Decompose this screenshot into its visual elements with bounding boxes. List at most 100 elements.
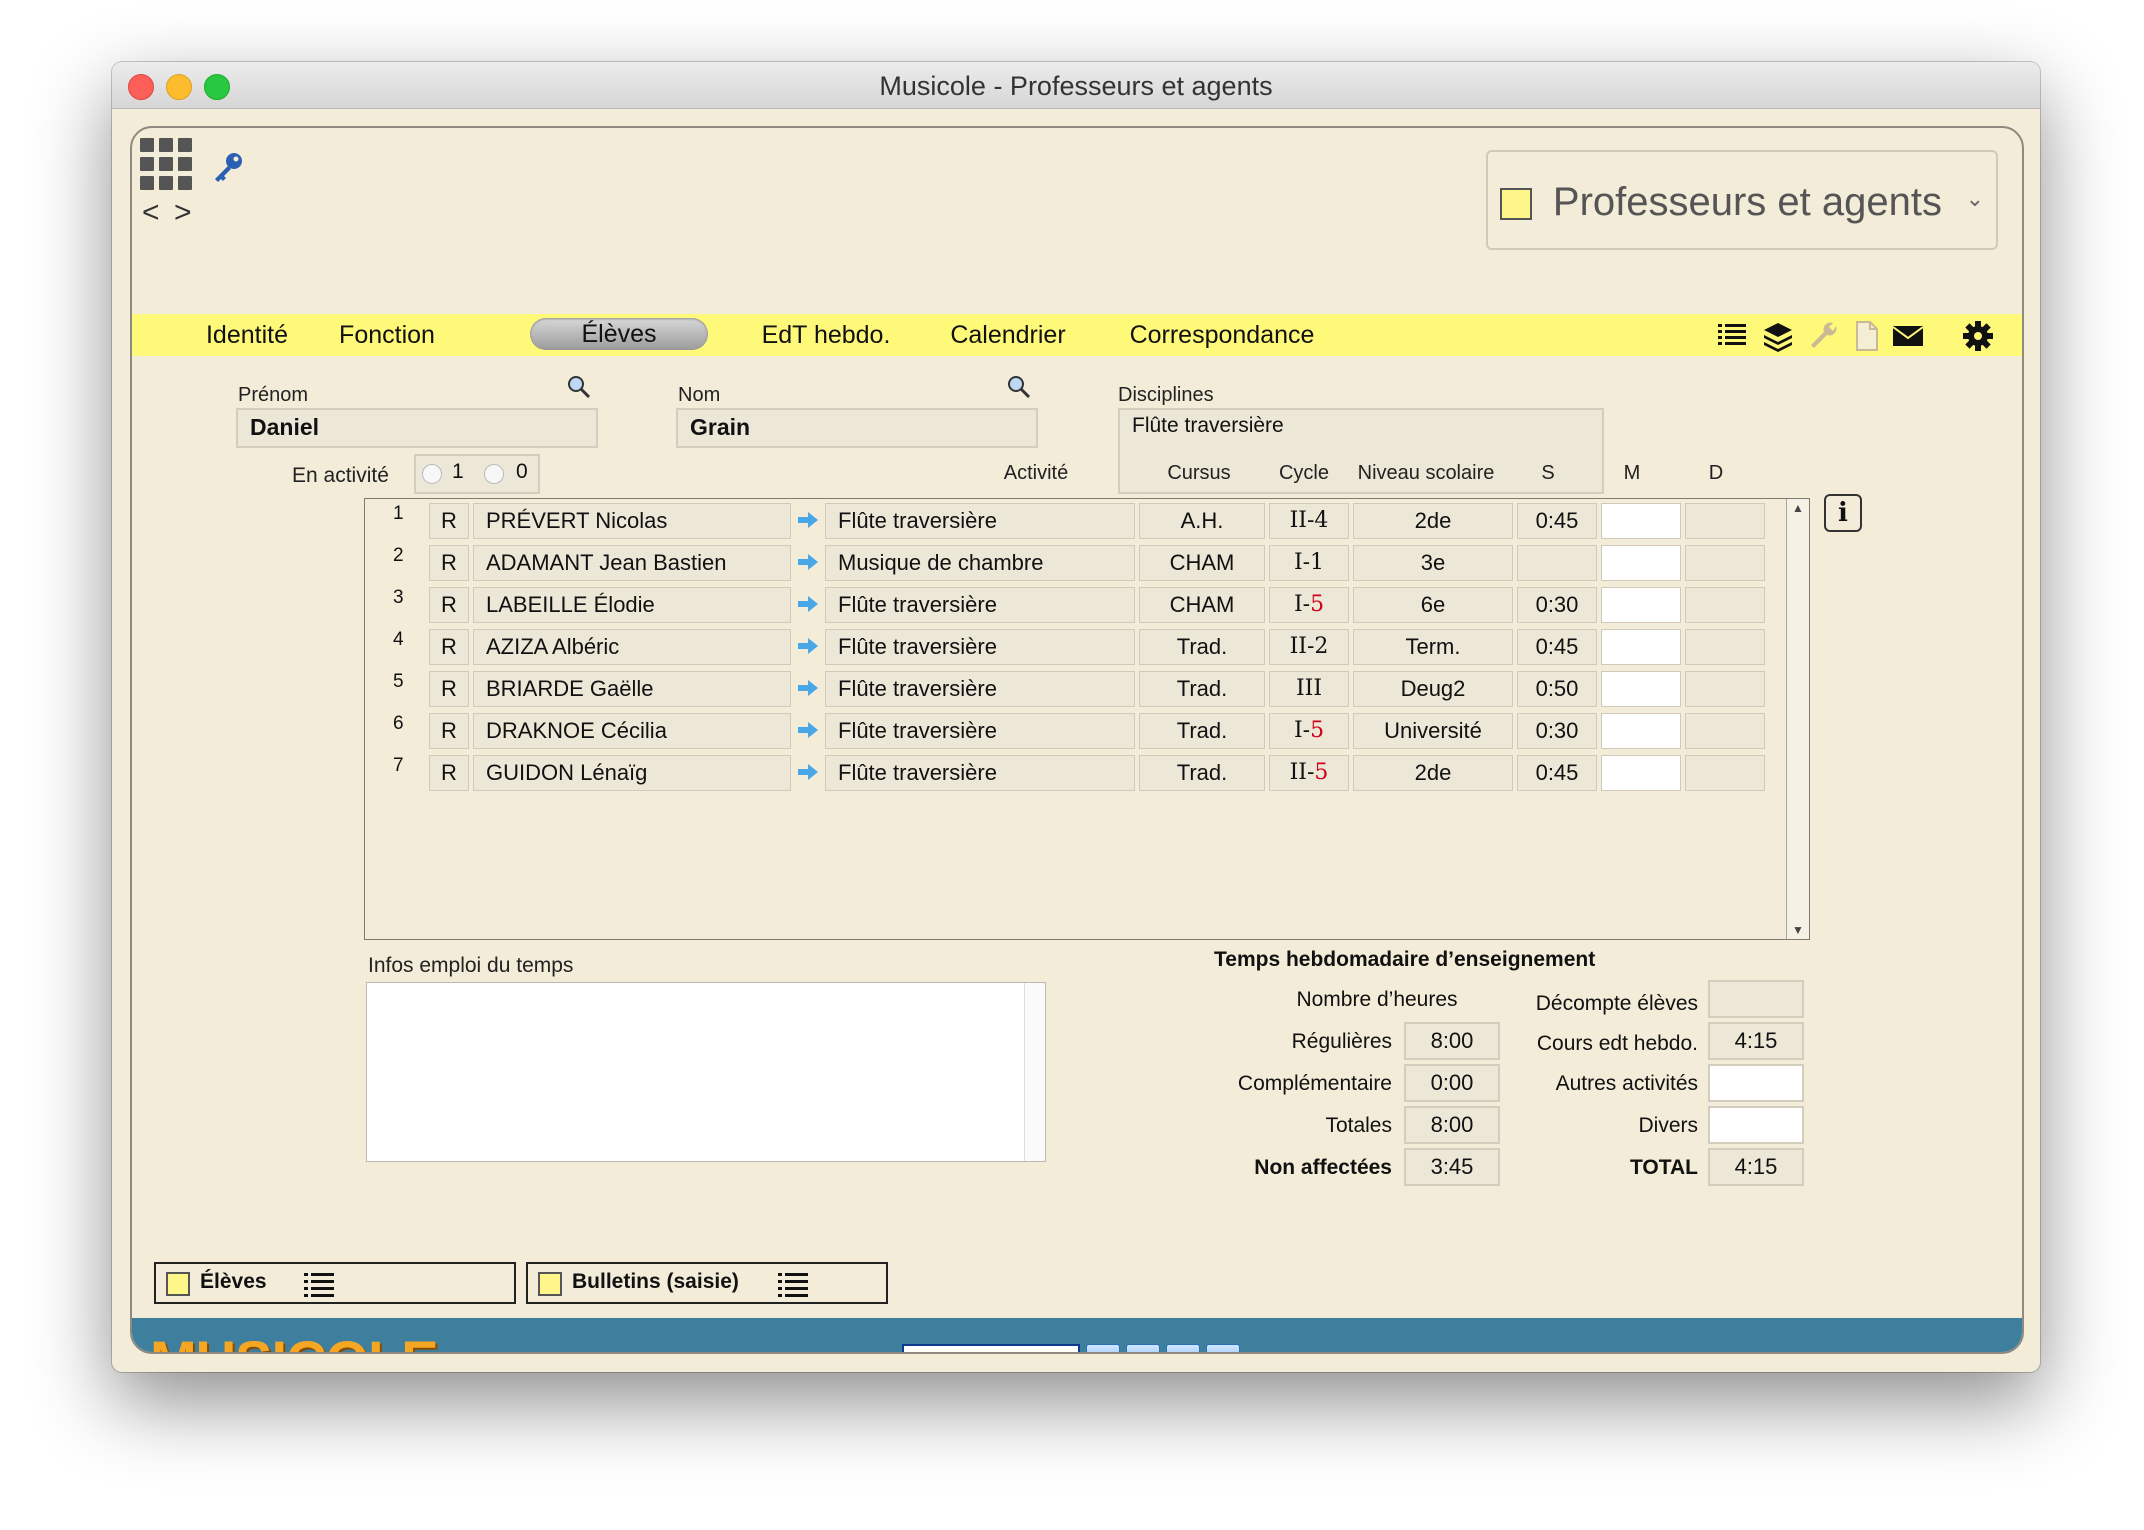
bulletins-button[interactable]: Bulletins (saisie) — [526, 1262, 888, 1304]
d-cell[interactable] — [1685, 629, 1765, 665]
table-row[interactable]: 4 R AZIZA Albéric Flûte traversière Trad. II-… — [365, 627, 1785, 667]
level-cell[interactable]: 3e — [1353, 545, 1513, 581]
previous-nav-button[interactable]: < — [142, 198, 160, 228]
table-row[interactable]: 3 R LABEILLE Élodie Flûte traversière CHAM I-… — [365, 585, 1785, 625]
cursus-cell[interactable]: Trad. — [1139, 755, 1265, 791]
cursus-cell[interactable]: A.H. — [1139, 503, 1265, 539]
m-cell[interactable] — [1601, 755, 1681, 791]
next-record-button[interactable] — [1166, 1344, 1200, 1352]
level-cell[interactable]: Term. — [1353, 629, 1513, 665]
m-cell[interactable] — [1601, 503, 1681, 539]
module-selector[interactable]: Professeurs et agents ⌄ — [1486, 150, 1998, 250]
active-radio-1[interactable] — [422, 464, 442, 484]
cursus-cell[interactable]: Trad. — [1139, 671, 1265, 707]
level-cell[interactable]: Deug2 — [1353, 671, 1513, 707]
activity-cell[interactable]: Flûte traversière — [825, 629, 1135, 665]
cycle-cell[interactable]: II-5 — [1269, 755, 1349, 791]
cursus-cell[interactable]: CHAM — [1139, 545, 1265, 581]
nom-field[interactable]: Grain — [676, 408, 1038, 448]
d-cell[interactable] — [1685, 503, 1765, 539]
level-cell[interactable]: 2de — [1353, 755, 1513, 791]
cycle-cell[interactable]: I-5 — [1269, 713, 1349, 749]
cycle-cell[interactable]: III — [1269, 671, 1349, 707]
activity-cell[interactable]: Musique de chambre — [825, 545, 1135, 581]
search-icon[interactable] — [566, 374, 592, 400]
arrow-right-icon[interactable] — [797, 721, 819, 739]
student-name-cell[interactable]: DRAKNOE Cécilia — [473, 713, 791, 749]
activity-cell[interactable]: Flûte traversière — [825, 671, 1135, 707]
s-cell[interactable]: 0:45 — [1517, 503, 1597, 539]
table-row[interactable]: 6 R DRAKNOE Cécilia Flûte traversière Trad. I… — [365, 711, 1785, 751]
level-cell[interactable]: 2de — [1353, 503, 1513, 539]
table-row[interactable]: 1 R PRÉVERT Nicolas Flûte traversière A.H. II… — [365, 501, 1785, 541]
students-scrollbar[interactable]: ▲ ▼ — [1786, 499, 1809, 939]
last-record-button[interactable] — [1206, 1344, 1240, 1352]
document-icon[interactable] — [1850, 320, 1882, 352]
tab-fonction[interactable]: Fonction — [302, 314, 472, 356]
eleves-button[interactable]: Élèves — [154, 1262, 516, 1304]
m-cell[interactable] — [1601, 713, 1681, 749]
table-row[interactable]: 7 R GUIDON Lénaïg Flûte traversière Trad. II-… — [365, 753, 1785, 793]
arrow-right-icon[interactable] — [797, 553, 819, 571]
layers-icon[interactable] — [1762, 320, 1794, 352]
arrow-right-icon[interactable] — [797, 511, 819, 529]
m-cell[interactable] — [1601, 587, 1681, 623]
cycle-cell[interactable]: II-4 — [1269, 503, 1349, 539]
m-cell[interactable] — [1601, 545, 1681, 581]
next-nav-button[interactable]: > — [174, 198, 192, 228]
student-name-cell[interactable]: LABEILLE Élodie — [473, 587, 791, 623]
arrow-right-icon[interactable] — [797, 637, 819, 655]
cycle-cell[interactable]: II-2 — [1269, 629, 1349, 665]
table-row[interactable]: 2 R ADAMANT Jean Bastien Musique de chambre… — [365, 543, 1785, 583]
d-cell[interactable] — [1685, 713, 1765, 749]
arrow-right-icon[interactable] — [797, 763, 819, 781]
search-icon[interactable] — [1006, 374, 1032, 400]
arrow-right-icon[interactable] — [797, 595, 819, 613]
cursus-cell[interactable]: Trad. — [1139, 629, 1265, 665]
cursus-cell[interactable]: Trad. — [1139, 713, 1265, 749]
level-cell[interactable]: Université — [1353, 713, 1513, 749]
s-cell[interactable]: 0:45 — [1517, 755, 1597, 791]
key-icon[interactable] — [210, 150, 246, 186]
student-name-cell[interactable]: AZIZA Albéric — [473, 629, 791, 665]
infos-textarea[interactable] — [366, 982, 1046, 1162]
active-radio-0[interactable] — [484, 464, 504, 484]
list-view-icon[interactable] — [1716, 320, 1748, 352]
app-grid-icon[interactable] — [140, 138, 192, 190]
info-icon[interactable]: i — [1824, 494, 1862, 532]
cycle-cell[interactable]: I-5 — [1269, 587, 1349, 623]
list-icon[interactable] — [302, 1272, 336, 1298]
scroll-up-arrow[interactable]: ▲ — [1792, 501, 1804, 515]
cycle-cell[interactable]: I-1 — [1269, 545, 1349, 581]
s-cell[interactable]: 0:30 — [1517, 587, 1597, 623]
student-name-cell[interactable]: ADAMANT Jean Bastien — [473, 545, 791, 581]
cursus-cell[interactable]: CHAM — [1139, 587, 1265, 623]
wrench-icon[interactable] — [1808, 320, 1840, 352]
tab-calendrier[interactable]: Calendrier — [928, 314, 1088, 356]
tab-correspondance[interactable]: Correspondance — [1102, 314, 1342, 356]
activity-cell[interactable]: Flûte traversière — [825, 713, 1135, 749]
activity-cell[interactable]: Flûte traversière — [825, 503, 1135, 539]
list-icon[interactable] — [776, 1272, 810, 1298]
d-cell[interactable] — [1685, 671, 1765, 707]
student-name-cell[interactable]: PRÉVERT Nicolas — [473, 503, 791, 539]
s-cell[interactable]: 0:30 — [1517, 713, 1597, 749]
record-counter[interactable]: 8 sur 27 — [902, 1344, 1080, 1352]
gear-icon[interactable] — [1962, 320, 1994, 352]
tab-edt-hebdo[interactable]: EdT hebdo. — [736, 314, 916, 356]
s-cell[interactable]: 0:45 — [1517, 629, 1597, 665]
student-name-cell[interactable]: BRIARDE Gaëlle — [473, 671, 791, 707]
activity-cell[interactable]: Flûte traversière — [825, 755, 1135, 791]
d-cell[interactable] — [1685, 755, 1765, 791]
d-cell[interactable] — [1685, 587, 1765, 623]
tab-eleves[interactable]: Élèves — [530, 318, 708, 350]
activity-cell[interactable]: Flûte traversière — [825, 587, 1135, 623]
autres-value[interactable] — [1708, 1064, 1804, 1102]
divers-value[interactable] — [1708, 1106, 1804, 1144]
student-name-cell[interactable]: GUIDON Lénaïg — [473, 755, 791, 791]
s-cell[interactable]: 0:50 — [1517, 671, 1597, 707]
table-row[interactable]: 5 R BRIARDE Gaëlle Flûte traversière Trad. II… — [365, 669, 1785, 709]
previous-record-button[interactable] — [1126, 1344, 1160, 1352]
tab-identite[interactable]: Identité — [172, 314, 322, 356]
m-cell[interactable] — [1601, 629, 1681, 665]
